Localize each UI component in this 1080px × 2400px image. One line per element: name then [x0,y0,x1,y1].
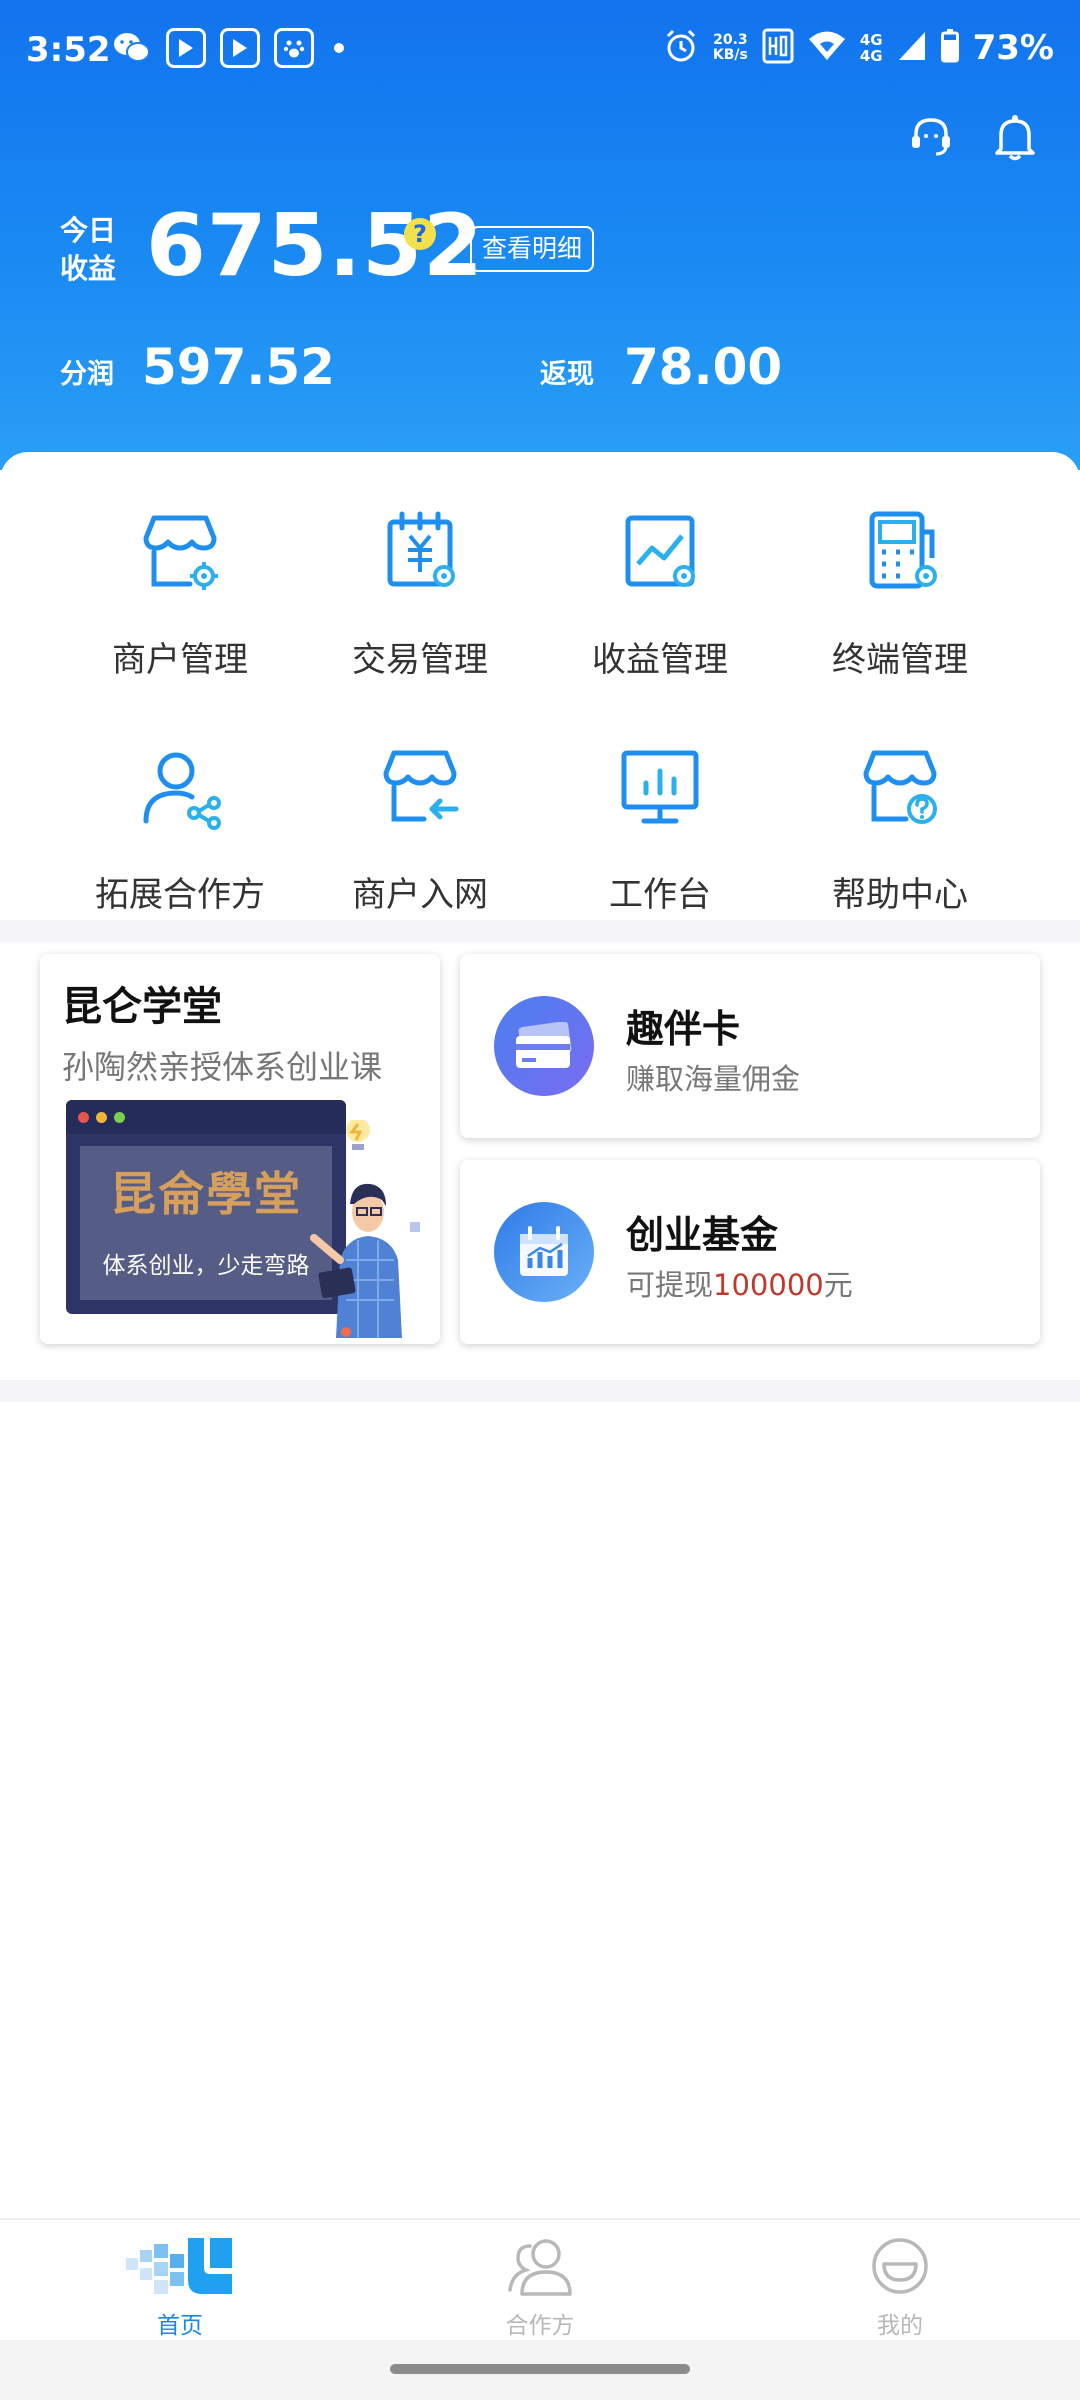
tab-label: 合作方 [505,2313,575,2339]
section-divider [0,1380,1080,1402]
startup-fund-title: 创业基金 [626,1213,779,1257]
today-income-value: 675.52 [146,196,484,296]
header-actions [906,112,1040,162]
menu-item-merchant-management[interactable]: 商户管理 [60,502,300,681]
teacher-illustration [310,1120,420,1338]
today-income-label: 今日 收益 [60,212,116,288]
tab-label: 首页 [157,2313,203,2339]
menu-item-partner-expansion[interactable]: 拓展合作方 [60,737,300,916]
workbench-icon [621,750,699,824]
board-calligraphy: 昆侖學堂 [110,1167,302,1221]
menu-label: 交易管理 [352,640,488,680]
transaction-management-icon [387,511,455,587]
menu-item-income-management[interactable]: 收益管理 [540,502,780,681]
function-menu: 商户管理 交易管理 收益管理 终端管理 拓展合作方 商户入网 工作台 帮助中心 [0,452,1080,920]
smiley-profile-icon [872,2238,928,2294]
tab-home[interactable]: 首页 [80,2234,280,2340]
view-details-button[interactable]: 查看明细 [470,226,595,272]
menu-label: 商户管理 [112,640,248,680]
wifi-icon [808,30,846,66]
qubanka-subtitle: 赚取海量佣金 [626,1062,801,1096]
partner-expansion-icon [143,752,221,830]
merchant-onboarding-icon [383,750,459,822]
fund-subtitle-prefix: 可提现 [626,1268,714,1302]
qubanka-title: 趣伴卡 [626,1007,741,1051]
app-notification-icon [166,28,206,68]
window-titlebar [66,1100,346,1134]
home-gesture-bar[interactable] [390,2364,690,2374]
tab-mine[interactable]: 我的 [800,2234,1000,2340]
battery-percentage: 73% [972,28,1054,68]
network-speed-unit: KB/s [712,47,748,63]
menu-label: 工作台 [609,875,711,915]
today-income-label-line1: 今日 [60,214,117,247]
menu-label: 拓展合作方 [95,875,265,915]
network-type-bottom: 4G [859,47,883,65]
status-bar: 3:52 20.3 KB/s 4G 4G 73% [0,0,1080,100]
income-header: 3:52 20.3 KB/s 4G 4G 73% 今日 收益 675.52 ? … [0,0,1080,470]
more-notifications-dot [334,43,344,53]
wechat-icon [112,28,152,68]
fund-subtitle-suffix: 元 [823,1268,853,1302]
menu-label: 终端管理 [832,640,968,680]
merchant-management-icon [143,515,218,590]
income-help-icon[interactable]: ? [404,218,436,250]
system-icons: 20.3 KB/s 4G 4G 73% [663,28,1054,68]
kunlun-illustration: 昆侖學堂 体系创业，少走弯路 [66,1100,436,1338]
kunlun-academy-card[interactable]: 昆仑学堂 孙陶然亲授体系创业课 昆侖學堂 体系创业，少走弯路 [40,954,440,1344]
kunlun-subtitle: 孙陶然亲授体系创业课 [62,1048,383,1086]
fund-calendar-icon [494,1202,594,1302]
credit-card-icon [494,996,594,1096]
status-time: 3:52 [26,30,111,70]
signal-icon [897,30,927,66]
home-icon [126,2238,232,2294]
menu-label: 收益管理 [592,640,728,680]
baidu-paw-icon [274,28,314,68]
gesture-navigation-area [0,2340,1080,2400]
notification-bell-icon[interactable] [990,112,1040,162]
cashback-label: 返现 [540,359,594,390]
today-income-label-line2: 收益 [60,252,117,285]
income-management-icon [625,515,695,587]
battery-icon [940,29,959,67]
customer-service-icon[interactable] [906,112,956,162]
section-divider [0,920,1080,942]
network-speed: 20.3 KB/s [713,33,748,63]
partners-icon [508,2239,572,2296]
startup-fund-card[interactable]: 创业基金 可提现100000元 [460,1160,1040,1344]
menu-item-help-center[interactable]: 帮助中心 [780,737,1020,916]
tab-label: 我的 [877,2313,923,2339]
kunlun-title: 昆仑学堂 [62,984,222,1030]
menu-label: 商户入网 [352,875,488,915]
board-slogan: 体系创业，少走弯路 [102,1253,310,1279]
tab-partners[interactable]: 合作方 [440,2234,640,2340]
blackboard: 昆侖學堂 体系创业，少走弯路 [66,1100,346,1314]
fund-amount: 100000 [713,1268,824,1302]
menu-item-terminal-management[interactable]: 终端管理 [780,502,1020,681]
menu-label: 帮助中心 [832,875,968,915]
app-notification-icon [220,28,260,68]
window-dot [96,1112,107,1123]
terminal-management-icon [869,511,937,589]
menu-item-merchant-onboarding[interactable]: 商户入网 [300,737,540,916]
network-speed-value: 20.3 [713,32,748,48]
network-type: 4G 4G [860,32,883,64]
help-center-icon [863,750,937,824]
menu-item-transaction-management[interactable]: 交易管理 [300,502,540,681]
qubanka-card[interactable]: 趣伴卡 赚取海量佣金 [460,954,1040,1138]
hd-icon [762,28,794,68]
startup-fund-subtitle: 可提现100000元 [626,1262,853,1304]
profit-label: 分润 [60,359,114,390]
menu-item-workbench[interactable]: 工作台 [540,737,780,916]
window-dot [114,1112,125,1123]
profit-value: 597.52 [142,338,335,396]
alarm-icon [663,28,699,68]
window-dot [78,1112,89,1123]
cashback-value: 78.00 [624,338,783,396]
notification-icons [112,28,344,68]
bottom-navigation: 首页 合作方 我的 [0,2218,1080,2340]
